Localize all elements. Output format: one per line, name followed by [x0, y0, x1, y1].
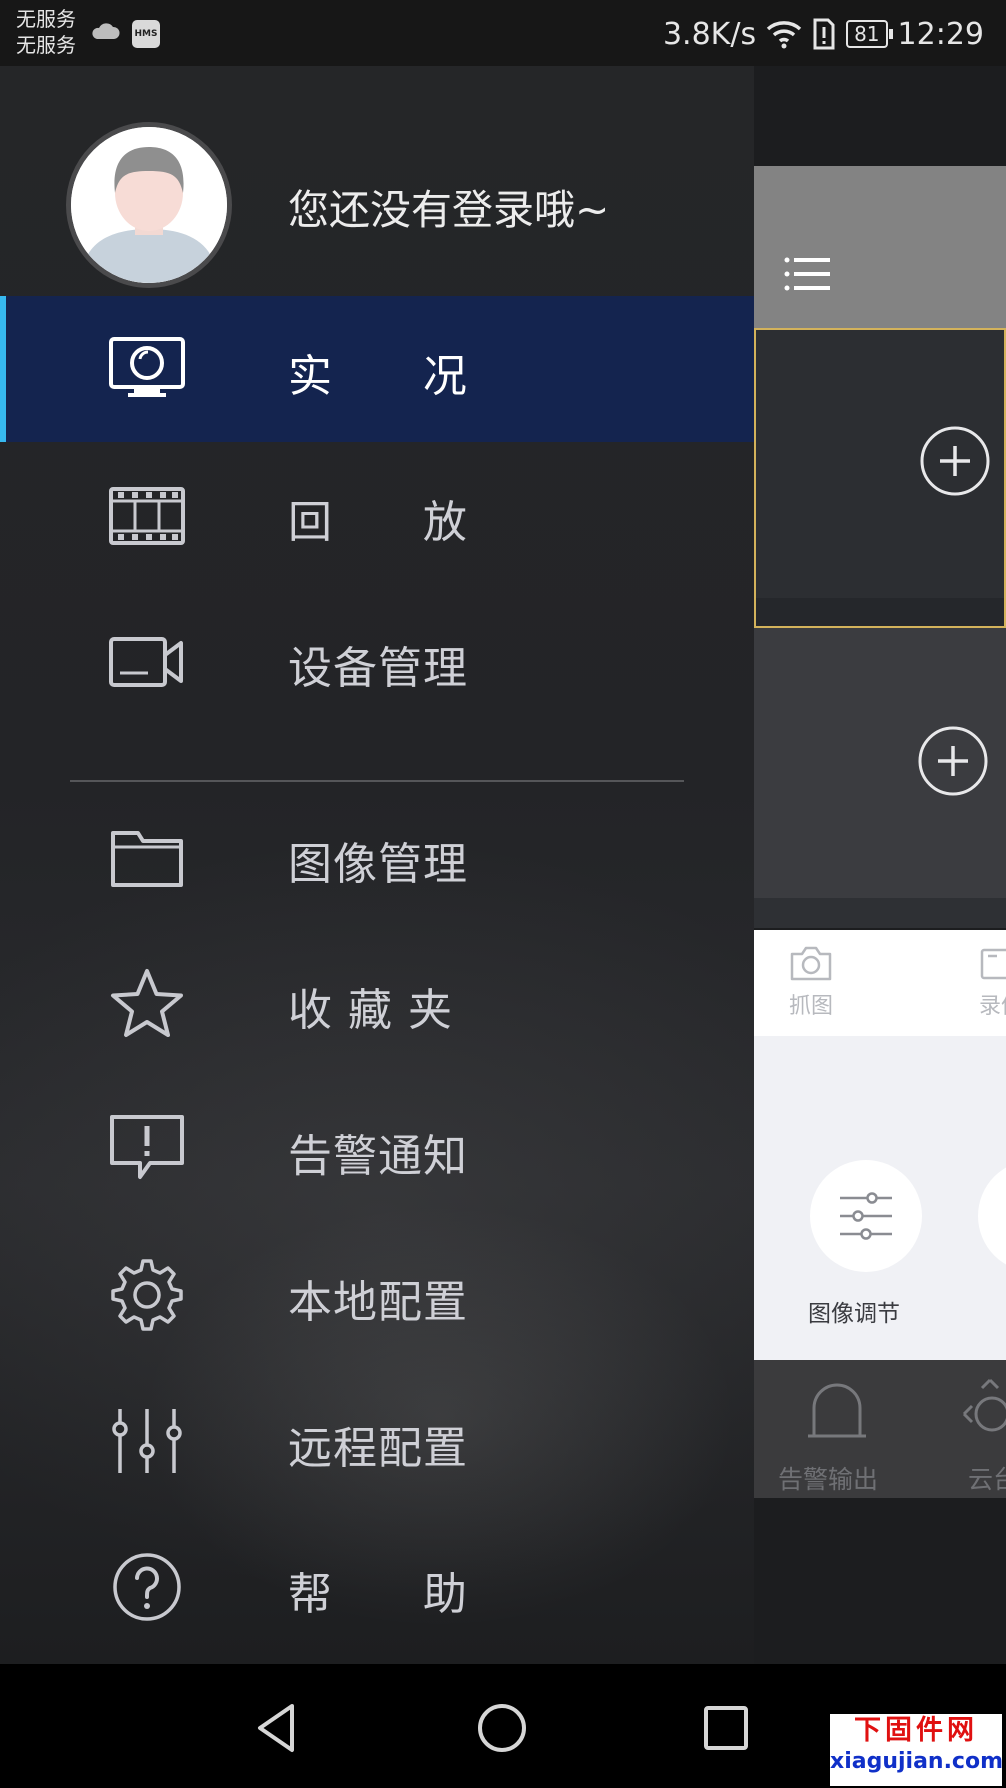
- menu-divider: [70, 780, 684, 782]
- record-label: 录像: [978, 994, 1006, 1019]
- login-prompt[interactable]: 您还没有登录哦~: [288, 176, 609, 236]
- help-icon: [113, 1553, 181, 1621]
- watermark: 下固件网 xiagujian.com: [830, 1714, 1004, 1786]
- sim-alert-icon: [813, 18, 835, 50]
- video-toolbar: 抓图 录像: [754, 930, 1006, 1036]
- menu-label-alarm-notice: 告警通知: [288, 1131, 468, 1182]
- menu-item-image-management[interactable]: 图像管理: [0, 784, 754, 930]
- adjust-sliders-icon: [840, 1192, 892, 1240]
- sliders-icon: [112, 1409, 182, 1473]
- function-grid: 图像调节: [754, 1036, 1006, 1360]
- carrier-line-1: 无服务: [16, 7, 76, 31]
- watermark-line-2: xiagujian.com: [830, 1749, 1004, 1774]
- hms-badge: HMS: [132, 20, 160, 48]
- net-speed: 3.8K/s: [662, 16, 757, 52]
- film-icon: [109, 487, 185, 545]
- video-cell[interactable]: [754, 628, 1006, 928]
- video-cell-footer: [756, 598, 1004, 626]
- image-adjust-button[interactable]: [810, 1160, 922, 1272]
- menu-item-remote-config[interactable]: 远程配置: [0, 1368, 754, 1514]
- monitor-icon: [109, 337, 185, 397]
- menu-label-local-config: 本地配置: [288, 1277, 468, 1328]
- home-icon[interactable]: [476, 1702, 528, 1754]
- menu-label-image-management: 图像管理: [288, 839, 468, 890]
- ptz-icon[interactable]: [960, 1376, 1006, 1446]
- menu-item-playback[interactable]: 回 放: [0, 442, 754, 588]
- folder-icon: [111, 831, 183, 887]
- navigation-drawer: 您还没有登录哦~ 实 况 回 放 设备管理 图像管理 收 藏 夹 告警通知 本地…: [0, 66, 754, 1664]
- menu-label-live: 实 况: [288, 351, 468, 402]
- menu-label-favorites: 收 藏 夹: [288, 985, 453, 1036]
- status-bar: 无服务 无服务 HMS 3.8K/s 81 12:29: [0, 0, 1006, 66]
- menu-label-playback: 回 放: [288, 497, 468, 548]
- alarm-bell-icon[interactable]: [804, 1378, 870, 1444]
- live-view-panel: 抓图 录像 图像调节 告警输出: [754, 166, 1006, 1498]
- add-device-icon[interactable]: [920, 426, 990, 496]
- clock: 12:29: [897, 16, 984, 52]
- status-right: 3.8K/s 81 12:29: [663, 14, 984, 54]
- video-cell-selected[interactable]: [754, 328, 1006, 628]
- battery-indicator: 81: [846, 20, 894, 48]
- video-cell-footer: [754, 898, 1006, 928]
- wifi-icon: [766, 21, 802, 49]
- star-icon: [111, 969, 183, 1037]
- menu-label-remote-config: 远程配置: [288, 1423, 468, 1474]
- cloud-icon: [92, 23, 120, 39]
- image-adjust-label: 图像调节: [808, 1301, 900, 1327]
- back-icon[interactable]: [252, 1702, 304, 1754]
- camera-icon: [109, 637, 183, 687]
- menu-item-device-management[interactable]: 设备管理: [0, 588, 754, 734]
- camera-snap-icon: [790, 946, 832, 981]
- carrier-line-2: 无服务: [16, 33, 76, 57]
- record-button[interactable]: 录像: [966, 944, 1006, 1020]
- panel-bottom-bar: 告警输出 云台: [754, 1360, 1006, 1498]
- menu-item-favorites[interactable]: 收 藏 夹: [0, 930, 754, 1076]
- add-device-icon[interactable]: [918, 726, 988, 796]
- menu-item-live[interactable]: 实 况: [0, 296, 754, 442]
- watermark-line-1: 下固件网: [854, 1715, 978, 1746]
- menu-item-help[interactable]: 帮 助: [0, 1514, 754, 1660]
- alarm-output-label: 告警输出: [778, 1465, 879, 1494]
- user-silhouette-icon: [71, 127, 227, 283]
- gear-icon: [111, 1259, 183, 1331]
- recents-icon[interactable]: [700, 1702, 752, 1754]
- menu-label-help: 帮 助: [288, 1569, 468, 1620]
- alert-icon: [110, 1115, 184, 1179]
- function-button[interactable]: [978, 1160, 1006, 1272]
- menu-item-local-config[interactable]: 本地配置: [0, 1222, 754, 1368]
- snapshot-button[interactable]: 抓图: [776, 944, 846, 1020]
- snapshot-label: 抓图: [788, 994, 833, 1019]
- menu-lines-icon[interactable]: [784, 256, 834, 296]
- menu-item-alarm-notice[interactable]: 告警通知: [0, 1076, 754, 1222]
- record-icon: [980, 948, 1006, 980]
- carrier-info: 无服务 无服务: [16, 6, 76, 58]
- menu-label-device-management: 设备管理: [288, 643, 468, 694]
- ptz-label: 云台: [968, 1465, 1006, 1494]
- panel-header: [754, 166, 1006, 328]
- avatar[interactable]: [66, 122, 232, 288]
